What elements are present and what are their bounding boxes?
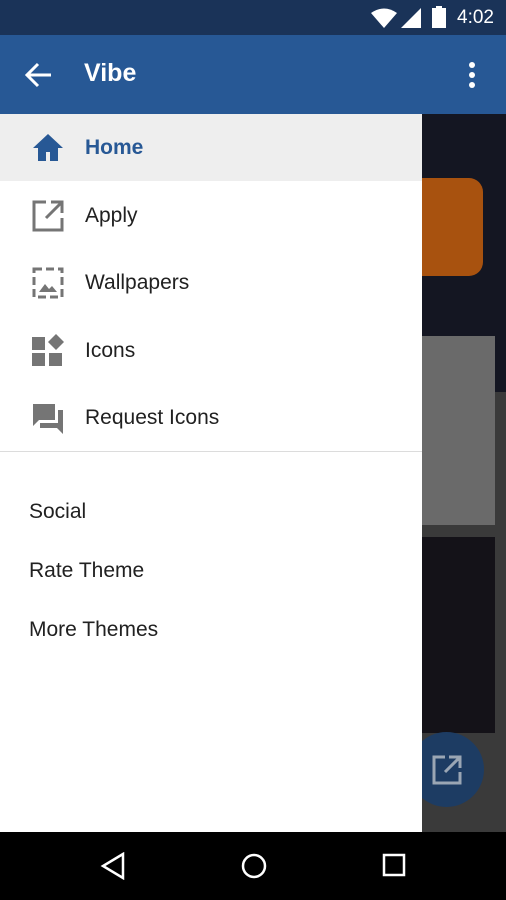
drawer-item-home[interactable]: Home — [0, 114, 422, 181]
drawer-item-label: Home — [85, 135, 144, 159]
open-in-new-icon — [432, 755, 461, 784]
image-icon — [32, 267, 64, 298]
clock: 4:02 — [457, 7, 494, 28]
recents-icon[interactable] — [381, 852, 407, 880]
home-circle-icon[interactable] — [240, 852, 268, 880]
drawer-item-label: Request Icons — [85, 405, 220, 429]
forum-icon — [33, 403, 63, 434]
drawer-item-label: Apply — [85, 203, 138, 227]
navigation-bar — [0, 832, 506, 900]
battery-icon — [432, 6, 446, 28]
open-in-new-icon — [32, 200, 64, 231]
drawer-link-social[interactable]: Social — [29, 500, 86, 524]
drawer-link-more-themes[interactable]: More Themes — [29, 618, 158, 642]
home-icon — [33, 133, 63, 161]
arrow-back-icon[interactable] — [24, 61, 52, 89]
drawer-item-label: Icons — [85, 338, 136, 362]
drawer-item-label: Wallpapers — [85, 270, 190, 294]
drawer-item-wallpapers[interactable]: Wallpapers — [0, 249, 422, 316]
drawer-link-rate-theme[interactable]: Rate Theme — [29, 559, 144, 583]
divider — [0, 451, 422, 452]
navigation-drawer: Home Apply Wallpapers Icons Request Icon… — [0, 114, 422, 832]
back-icon[interactable] — [100, 852, 126, 880]
app-bar: Vibe — [0, 35, 506, 114]
signal-icon — [401, 8, 421, 28]
drawer-item-request-icons[interactable]: Request Icons — [0, 384, 422, 451]
wifi-icon — [371, 8, 397, 28]
drawer-item-icons[interactable]: Icons — [0, 317, 422, 384]
widgets-icon — [32, 333, 64, 366]
status-bar: 4:02 — [0, 0, 506, 35]
more-vert-icon[interactable] — [466, 61, 478, 89]
drawer-item-apply[interactable]: Apply — [0, 182, 422, 249]
app-title: Vibe — [84, 59, 137, 87]
